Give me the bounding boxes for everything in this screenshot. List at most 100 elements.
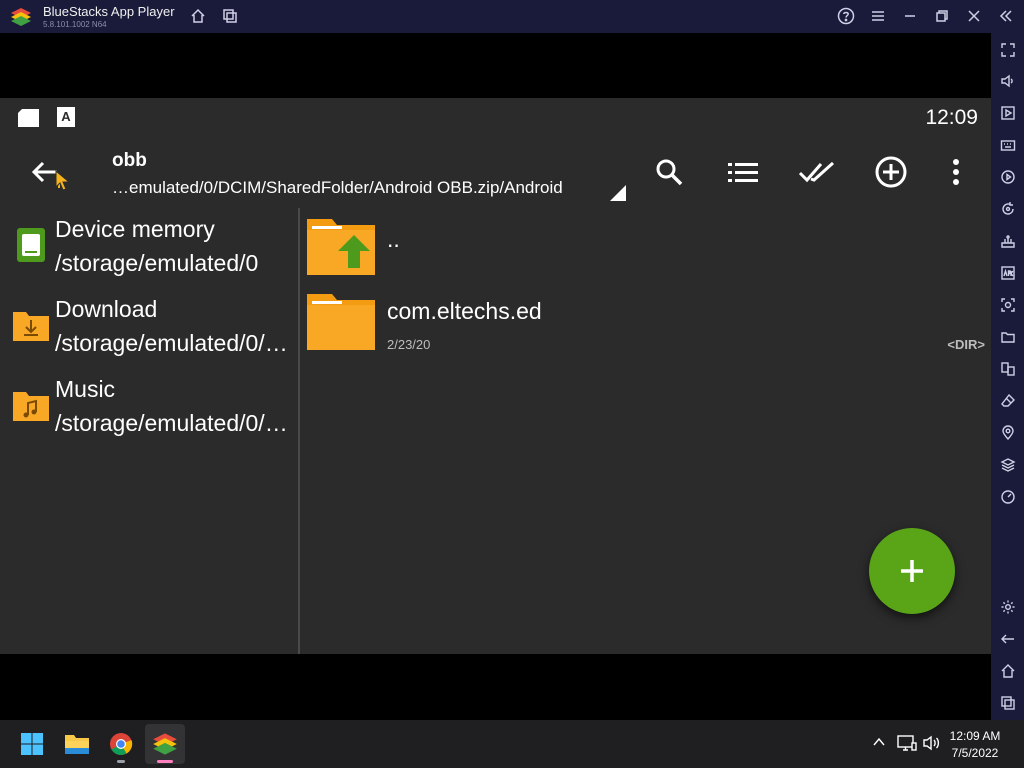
locations-pane: Device memory /storage/emulated/0 Downlo…: [0, 208, 298, 654]
location-path: /storage/emulated/0/Download: [55, 330, 295, 356]
android-recents-button[interactable]: [998, 693, 1018, 713]
settings-button[interactable]: [998, 597, 1018, 617]
location-button[interactable]: [998, 423, 1018, 443]
menu-button[interactable]: [868, 6, 888, 26]
volume-button[interactable]: [998, 71, 1018, 91]
close-button[interactable]: [964, 6, 984, 26]
network-icon: [897, 735, 917, 751]
more-vert-icon: [953, 159, 959, 185]
list-view-icon: [728, 163, 758, 182]
screenshot-button[interactable]: [998, 295, 1018, 315]
add-fab-button[interactable]: [869, 528, 955, 614]
chrome-icon: [110, 733, 133, 755]
minimize-button[interactable]: [900, 6, 920, 26]
install-apk-button[interactable]: [998, 263, 1018, 283]
keyboard-icon: [1000, 140, 1016, 151]
controls-icon: [1001, 235, 1015, 248]
android-status-bar: A 12:09: [0, 98, 991, 136]
location-item-music[interactable]: Music /storage/emulated/0/Music: [0, 368, 298, 448]
layers-icon: [1000, 458, 1016, 472]
active-indicator: [157, 760, 173, 763]
chevron-up-icon: [873, 737, 885, 746]
multi-instance-icon: [223, 9, 237, 23]
restore-button[interactable]: [932, 6, 952, 26]
system-time[interactable]: 12:09 AM: [930, 729, 1020, 743]
rotate-button[interactable]: [998, 199, 1018, 219]
fullscreen-button[interactable]: [998, 40, 1018, 60]
multi-instance-icon: [1001, 362, 1015, 376]
rotate-icon: [1002, 202, 1014, 215]
android-home-button[interactable]: [998, 661, 1018, 681]
system-date[interactable]: 7/5/2022: [930, 746, 1020, 760]
file-row-parent[interactable]: ..: [300, 208, 991, 282]
restore-icon: [936, 10, 948, 22]
macro-button[interactable]: [998, 167, 1018, 187]
android-back-button[interactable]: [998, 629, 1018, 649]
status-clock: 12:09: [925, 106, 978, 129]
desktop: BlueStacks App Player 5.8.101.1002 N64 A…: [0, 0, 1024, 768]
apk-icon: [1001, 266, 1015, 280]
location-path: /storage/emulated/0: [55, 250, 259, 276]
bluestacks-titlebar: BlueStacks App Player 5.8.101.1002 N64: [0, 0, 1024, 33]
sd-card-icon: [18, 109, 39, 127]
help-button[interactable]: [836, 6, 856, 26]
folder-title: obb: [112, 150, 147, 171]
download-folder-icon: [13, 312, 49, 341]
location-item-download[interactable]: Download /storage/emulated/0/Download: [0, 288, 298, 368]
home-icon: [1001, 664, 1015, 678]
parent-folder-icon: [307, 219, 375, 275]
location-item-device-memory[interactable]: Device memory /storage/emulated/0: [0, 208, 298, 288]
bluestacks-logo-icon: [11, 8, 31, 26]
start-button[interactable]: [12, 724, 52, 764]
android-screen: A 12:09 obb …emulated/0/DCIM/SharedFolde…: [0, 98, 991, 654]
bluestacks-sidebar: [991, 33, 1024, 720]
file-name: ..: [387, 226, 400, 252]
plus-icon: [901, 560, 923, 582]
current-path[interactable]: …emulated/0/DCIM/SharedFolder/Android OB…: [112, 178, 563, 198]
new-item-button[interactable]: [873, 154, 909, 190]
search-icon: [656, 159, 683, 186]
home-button[interactable]: [188, 6, 208, 26]
fullscreen-icon: [1001, 43, 1015, 57]
select-all-button[interactable]: [799, 154, 835, 190]
running-indicator: [117, 760, 125, 763]
multi-instance-button[interactable]: [220, 6, 240, 26]
speed-icon: [1001, 490, 1015, 504]
collapse-sidebar-button[interactable]: [996, 6, 1016, 26]
file-row-folder[interactable]: com.eltechs.ed 2/23/20 <DIR>: [300, 282, 991, 358]
app-version: 5.8.101.1002 N64: [43, 20, 107, 29]
show-hidden-icons-button[interactable]: [871, 734, 887, 755]
add-circle-icon: [875, 156, 907, 188]
overflow-menu-button[interactable]: [938, 154, 974, 190]
search-button[interactable]: [651, 154, 687, 190]
keyboard-button[interactable]: [998, 135, 1018, 155]
location-name: Download: [55, 296, 158, 322]
file-explorer-button[interactable]: [57, 724, 97, 764]
folder-icon: [1001, 332, 1015, 343]
help-icon: [837, 7, 855, 25]
minimize-icon: [905, 15, 915, 17]
file-name: com.eltechs.ed: [387, 298, 542, 324]
macro-icon: [1001, 170, 1015, 184]
screenshot-icon: [1001, 298, 1015, 312]
layers-button[interactable]: [998, 455, 1018, 475]
home-icon: [191, 8, 205, 23]
view-mode-button[interactable]: [725, 154, 761, 190]
chrome-button[interactable]: [101, 724, 141, 764]
game-controls-button[interactable]: [998, 231, 1018, 251]
media-icon: [1001, 106, 1015, 120]
eco-mode-button[interactable]: [998, 391, 1018, 411]
file-explorer-icon: [65, 735, 89, 754]
media-button[interactable]: [998, 103, 1018, 123]
network-button[interactable]: [897, 734, 917, 757]
bluestacks-taskbar-button[interactable]: [145, 724, 185, 764]
multi-instance-manager-button[interactable]: [998, 359, 1018, 379]
media-folder-button[interactable]: [998, 327, 1018, 347]
select-all-icon: [799, 161, 835, 183]
mouse-cursor-icon: [55, 170, 71, 191]
close-icon: [968, 10, 980, 22]
speed-button[interactable]: [998, 487, 1018, 507]
windows-logo-icon: [21, 733, 43, 755]
path-dropdown-icon[interactable]: [609, 184, 627, 202]
music-folder-icon: [13, 392, 49, 421]
